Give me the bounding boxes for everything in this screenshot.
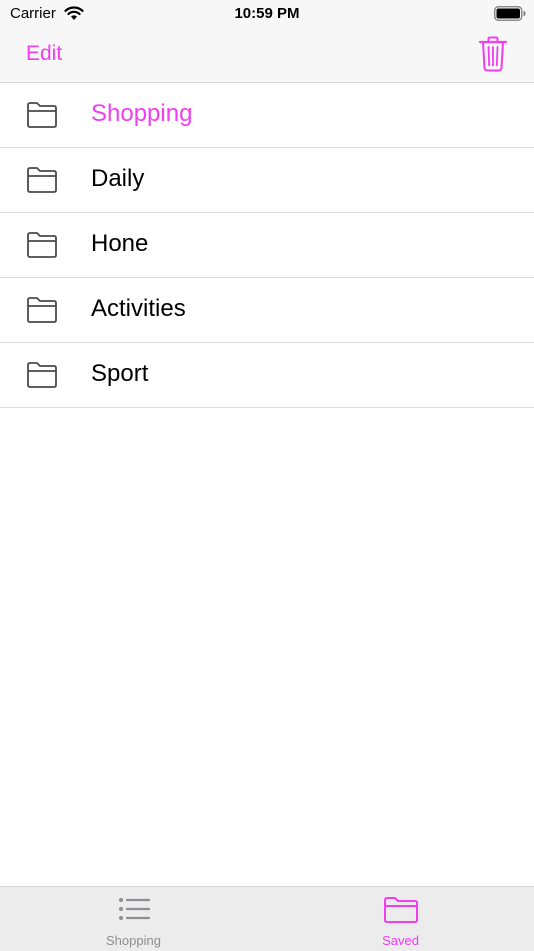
- navigation-bar: Edit: [0, 28, 534, 83]
- tab-shopping[interactable]: Shopping: [0, 887, 267, 951]
- folder-icon: [383, 897, 418, 923]
- list-item[interactable]: Shopping: [0, 83, 534, 148]
- tab-bar: Shopping Saved: [0, 886, 534, 951]
- folder-icon: [27, 167, 57, 193]
- folder-list: Shopping Daily Hone Activities Sport: [0, 83, 534, 408]
- tab-saved-label: Saved: [382, 933, 419, 948]
- tab-shopping-label: Shopping: [106, 933, 161, 948]
- list-item[interactable]: Sport: [0, 343, 534, 408]
- list-item-label: Activities: [91, 295, 186, 322]
- status-bar: Carrier 10:59 PM: [0, 0, 534, 28]
- status-time: 10:59 PM: [234, 5, 300, 22]
- folder-icon: [27, 362, 57, 388]
- folder-icon: [27, 102, 57, 128]
- list-item-label: Hone: [91, 230, 149, 257]
- trash-icon[interactable]: [478, 36, 508, 72]
- list-item[interactable]: Daily: [0, 148, 534, 213]
- list-item[interactable]: Activities: [0, 278, 534, 343]
- list-item-label: Shopping: [91, 100, 193, 127]
- folder-icon: [27, 297, 57, 323]
- tab-saved[interactable]: Saved: [267, 887, 534, 951]
- list-item[interactable]: Hone: [0, 213, 534, 278]
- battery-icon: [494, 6, 526, 21]
- list-item-label: Sport: [91, 360, 149, 387]
- folder-icon: [27, 232, 57, 258]
- list-icon: [118, 898, 150, 920]
- edit-button[interactable]: Edit: [26, 42, 62, 66]
- list-item-label: Daily: [91, 165, 145, 192]
